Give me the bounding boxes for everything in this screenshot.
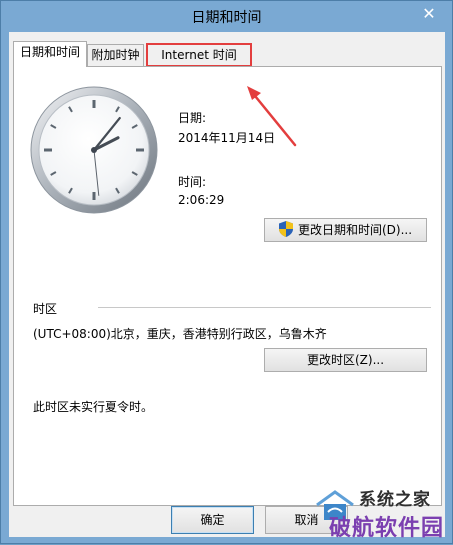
clock-center-pin — [91, 147, 97, 153]
title-bar[interactable]: 日期和时间 ✕ — [1, 1, 452, 32]
window-title: 日期和时间 — [191, 10, 262, 26]
time-value: 2:06:29 — [178, 193, 225, 207]
date-time-dialog: 日期和时间 ✕ 日期和时间 附加时钟 Internet 时间 日期: 2014年… — [0, 0, 453, 544]
close-icon[interactable]: ✕ — [416, 4, 442, 24]
timezone-section-label: 时区 — [33, 302, 58, 316]
time-label: 时间: — [178, 175, 207, 189]
analog-clock — [30, 86, 158, 214]
timezone-divider — [98, 307, 431, 308]
watermark: 系统之家 破航软件园 — [293, 479, 453, 545]
tab-internet-time[interactable]: Internet 时间 — [146, 43, 252, 67]
tab-additional-clocks[interactable]: 附加时钟 — [87, 44, 144, 66]
watermark-text-2: 破航软件园 — [329, 516, 445, 541]
change-date-time-button[interactable]: 更改日期和时间(D)... — [264, 218, 427, 242]
dialog-client-area: 日期和时间 附加时钟 Internet 时间 日期: 2014年11月14日 时… — [9, 32, 445, 537]
date-value: 2014年11月14日 — [178, 131, 276, 145]
tab-panel: 日期: 2014年11月14日 时间: 2:06:29 更改日期和时间(D)..… — [13, 66, 442, 506]
dst-note: 此时区未实行夏令时。 — [33, 400, 154, 414]
date-label: 日期: — [178, 111, 207, 125]
uac-shield-icon — [278, 221, 293, 237]
tab-date-time[interactable]: 日期和时间 — [13, 41, 87, 67]
change-date-time-label: 更改日期和时间(D)... — [297, 223, 413, 237]
ok-button[interactable]: 确定 — [171, 506, 254, 534]
change-timezone-button[interactable]: 更改时区(Z)... — [264, 348, 427, 372]
watermark-text-1: 系统之家 — [359, 490, 431, 510]
timezone-value: (UTC+08:00)北京，重庆，香港特别行政区，乌鲁木齐 — [33, 327, 327, 341]
